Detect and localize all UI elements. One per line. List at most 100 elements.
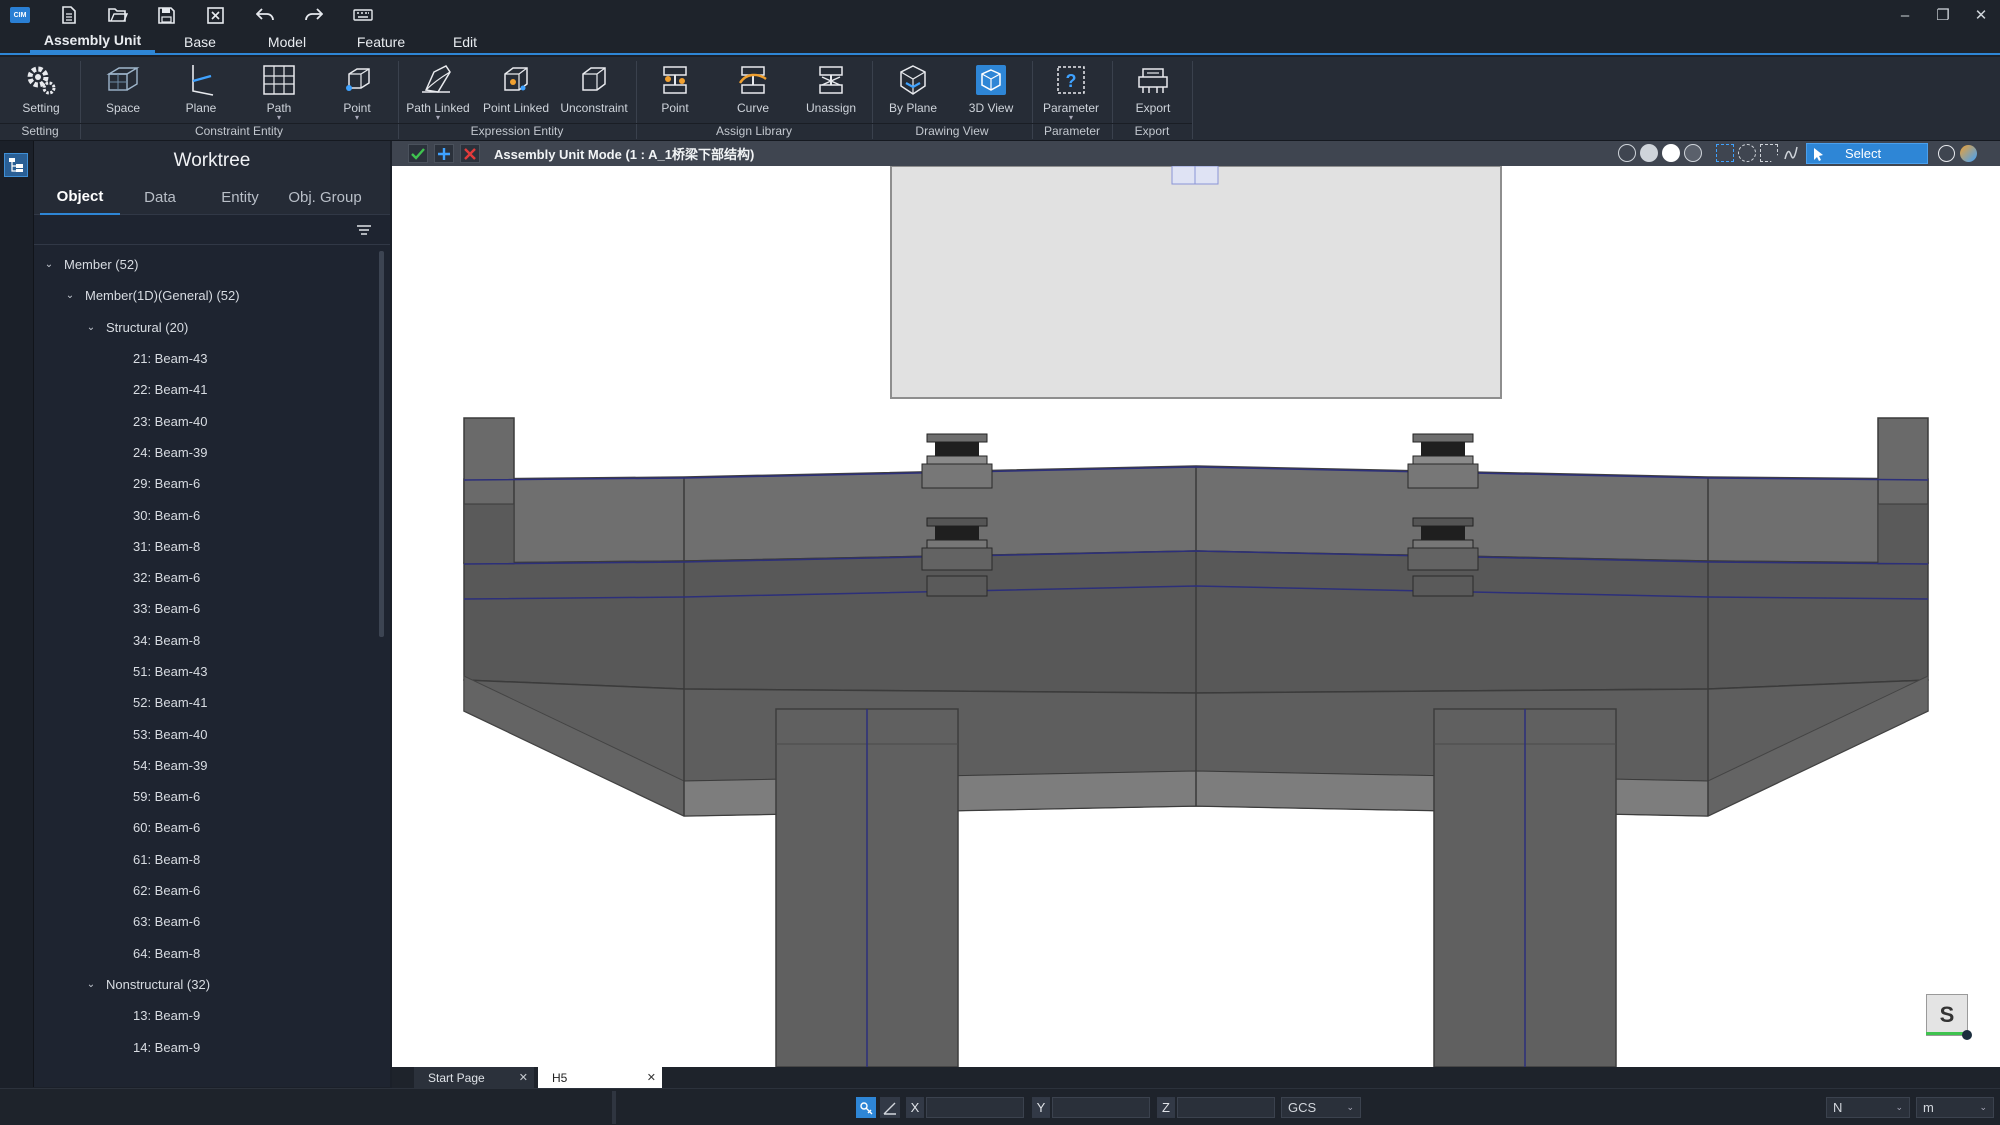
tree-item[interactable]: 63: Beam-6 [34, 906, 374, 937]
tab-object[interactable]: Object [40, 181, 120, 215]
minimize-icon[interactable]: – [1886, 0, 1924, 30]
unassign-button[interactable]: Unassign [800, 61, 862, 123]
chevron-down-icon[interactable]: ⌄ [82, 322, 100, 333]
tree-item[interactable]: 31: Beam-8 [34, 531, 374, 562]
curve-button[interactable]: Curve [722, 61, 784, 123]
tree-item[interactable]: 53: Beam-40 [34, 718, 374, 749]
view-cube[interactable]: S [1926, 994, 1968, 1036]
sort-icon[interactable] [356, 223, 372, 237]
parameter-button[interactable]: ? Parameter ▾ [1040, 61, 1102, 123]
save-icon[interactable] [142, 0, 191, 30]
shaded-view-icon[interactable] [1640, 144, 1658, 162]
tab-feature[interactable]: Feature [341, 30, 421, 53]
tree-item[interactable]: 24: Beam-39 [34, 437, 374, 468]
length-unit-select[interactable]: m ⌄ [1916, 1097, 1994, 1118]
tab-obj-group[interactable]: Obj. Group [280, 181, 370, 215]
tab-base[interactable]: Base [165, 30, 235, 53]
tree-item[interactable]: 61: Beam-8 [34, 844, 374, 875]
tree-item[interactable]: 13: Beam-9 [34, 1000, 374, 1031]
tree-group-item[interactable]: ⌄ Member (52) [34, 249, 374, 280]
close-tab-icon[interactable]: ✕ [647, 1071, 656, 1084]
tree-group-item[interactable]: ⌄ Member(1D)(General) (52) [34, 280, 374, 311]
doc-tab-start-page[interactable]: Start Page ✕ [414, 1067, 534, 1088]
close-window-icon[interactable]: ✕ [1962, 0, 2000, 30]
tree-item[interactable]: 51: Beam-43 [34, 656, 374, 687]
path-button[interactable]: Path ▾ [248, 61, 310, 123]
tree-item[interactable]: 14: Beam-9 [34, 1031, 374, 1062]
tab-edit[interactable]: Edit [435, 30, 495, 53]
snap-icon[interactable] [856, 1097, 876, 1118]
open-folder-icon[interactable] [93, 0, 142, 30]
new-file-icon[interactable] [44, 0, 93, 30]
unconstraint-button[interactable]: Unconstraint [558, 61, 630, 123]
add-button[interactable] [434, 144, 454, 163]
tree-item[interactable]: 34: Beam-8 [34, 625, 374, 656]
tree-item[interactable]: 54: Beam-39 [34, 750, 374, 781]
z-coordinate-field[interactable] [1177, 1097, 1275, 1118]
tab-data[interactable]: Data [120, 181, 200, 215]
3d-view-button[interactable]: 3D View [960, 61, 1022, 123]
tree-item[interactable]: 22: Beam-41 [34, 374, 374, 405]
close-file-icon[interactable] [191, 0, 240, 30]
coord-system-select[interactable]: GCS ⌄ [1281, 1097, 1361, 1118]
circle-select-icon[interactable] [1738, 144, 1756, 162]
export-button[interactable]: Export [1122, 61, 1184, 123]
point-button[interactable]: Point ▾ [326, 61, 388, 123]
chevron-down-icon[interactable]: ⌄ [82, 979, 100, 990]
statusbar-splitter[interactable] [612, 1091, 616, 1124]
tree-item[interactable]: 52: Beam-41 [34, 687, 374, 718]
3d-viewport[interactable]: S [392, 166, 2000, 1067]
render-settings-icon[interactable] [1960, 145, 1977, 162]
tree-item[interactable]: 33: Beam-6 [34, 593, 374, 624]
tree-item[interactable]: 29: Beam-6 [34, 468, 374, 499]
tree-item[interactable]: 60: Beam-6 [34, 812, 374, 843]
tree-item[interactable]: 62: Beam-6 [34, 875, 374, 906]
path-linked-button[interactable]: Path Linked ▾ [404, 61, 472, 123]
tab-entity[interactable]: Entity [200, 181, 280, 215]
plane-button[interactable]: Plane [170, 61, 232, 123]
space-button[interactable]: Space [92, 61, 154, 123]
doc-tab-h5[interactable]: H5 ✕ [538, 1067, 662, 1088]
point-linked-button[interactable]: Point Linked [480, 61, 552, 123]
restore-icon[interactable]: ❐ [1924, 0, 1962, 30]
chevron-down-icon[interactable]: ⌄ [40, 259, 58, 270]
tree-item[interactable]: 21: Beam-43 [34, 343, 374, 374]
setting-button[interactable]: Setting [10, 61, 72, 123]
tree-group-item[interactable]: ⌄ Structural (20) [34, 312, 374, 343]
tree-item[interactable]: 59: Beam-6 [34, 781, 374, 812]
path-dropdown-icon[interactable]: ▾ [277, 114, 281, 122]
undo-icon[interactable] [240, 0, 289, 30]
lasso-select-icon[interactable] [1782, 144, 1800, 162]
tree-item[interactable]: 64: Beam-8 [34, 938, 374, 969]
cancel-button[interactable] [460, 144, 480, 163]
tab-assembly-unit[interactable]: Assembly Unit [30, 30, 155, 53]
confirm-button[interactable] [408, 144, 428, 163]
polygon-select-icon[interactable] [1760, 144, 1778, 162]
clock-icon[interactable] [1938, 145, 1955, 162]
tree-item[interactable]: 32: Beam-6 [34, 562, 374, 593]
force-unit-select[interactable]: N ⌄ [1826, 1097, 1910, 1118]
tab-model[interactable]: Model [252, 30, 322, 53]
app-logo[interactable]: CIM [10, 7, 30, 23]
box-select-icon[interactable] [1716, 144, 1734, 162]
close-tab-icon[interactable]: ✕ [519, 1071, 528, 1084]
worktree-scrollbar[interactable] [379, 251, 384, 637]
tree-item[interactable]: 23: Beam-40 [34, 405, 374, 436]
tree-item[interactable]: 30: Beam-6 [34, 499, 374, 530]
chevron-down-icon[interactable]: ⌄ [61, 290, 79, 301]
redo-icon[interactable] [289, 0, 338, 30]
y-coordinate-field[interactable] [1052, 1097, 1150, 1118]
keyboard-icon[interactable] [338, 0, 387, 30]
x-coordinate-field[interactable] [926, 1097, 1024, 1118]
by-plane-button[interactable]: By Plane [882, 61, 944, 123]
solid-view-icon[interactable] [1662, 144, 1680, 162]
angle-snap-icon[interactable] [880, 1097, 900, 1118]
rotate-view-icon[interactable] [1618, 144, 1636, 162]
tree-group-item[interactable]: ⌄ Nonstructural (32) [34, 969, 374, 1000]
parameter-dropdown-icon[interactable]: ▾ [1069, 114, 1073, 122]
path-linked-dropdown-icon[interactable]: ▾ [436, 114, 440, 122]
assign-point-button[interactable]: Point [644, 61, 706, 123]
worktree-panel-icon[interactable] [4, 153, 28, 177]
select-button[interactable]: Select [1806, 143, 1928, 164]
model-view[interactable] [392, 166, 2000, 1067]
